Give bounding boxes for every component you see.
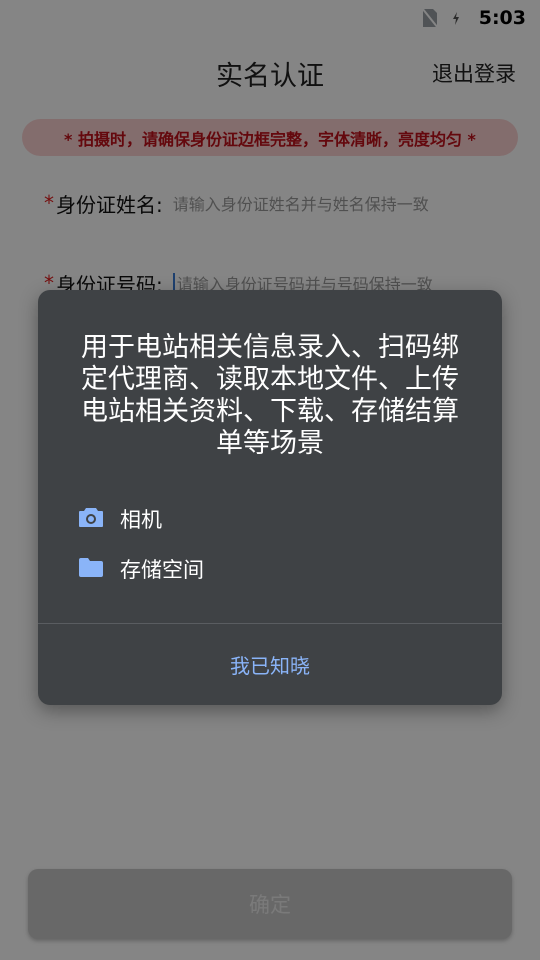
permission-camera: 相机: [78, 504, 162, 534]
permission-label: 存储空间: [120, 558, 204, 582]
folder-icon: [78, 556, 104, 582]
permission-label: 相机: [120, 508, 162, 532]
acknowledge-button[interactable]: 我已知晓: [38, 624, 502, 705]
permission-dialog: 用于电站相关信息录入、扫码绑定代理商、读取本地文件、上传电站相关资料、下载、存储…: [38, 290, 502, 705]
dialog-message: 用于电站相关信息录入、扫码绑定代理商、读取本地文件、上传电站相关资料、下载、存储…: [81, 332, 459, 459]
permission-storage: 存储空间: [78, 554, 204, 584]
camera-icon: [78, 506, 104, 532]
